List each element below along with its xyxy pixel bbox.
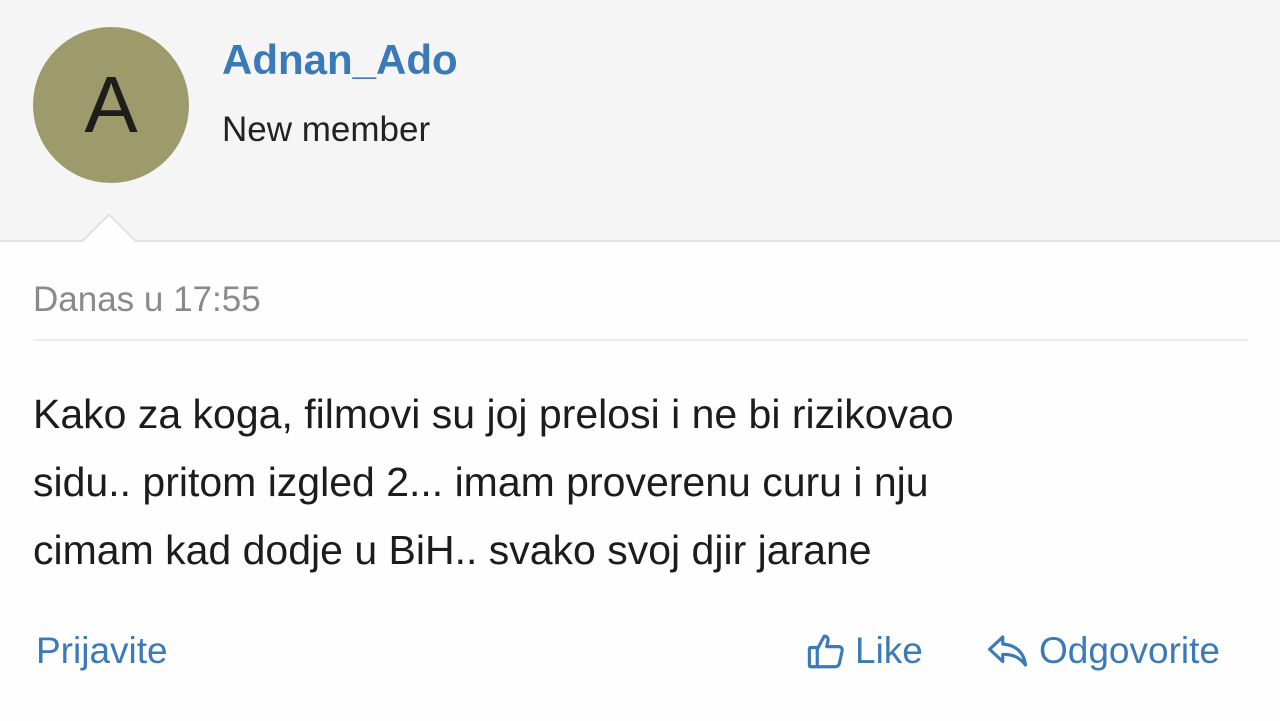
report-label: Prijavite: [36, 630, 168, 671]
username-link[interactable]: Adnan_Ado: [222, 36, 458, 84]
avatar-letter: A: [84, 60, 138, 149]
message-line-2: sidu.. pritom izgled 2... imam proverenu…: [33, 459, 929, 505]
message-line-3: cimam kad dodje u BiH.. svako svoj djir …: [33, 527, 872, 573]
reply-label: Odgovorite: [1039, 630, 1220, 671]
report-link[interactable]: Prijavite: [36, 630, 168, 672]
avatar[interactable]: A: [33, 27, 189, 183]
message-line-1: Kako za koga, filmovi su joj prelosi i n…: [33, 391, 954, 437]
like-button[interactable]: Like: [805, 630, 923, 672]
like-label: Like: [855, 630, 923, 671]
reply-arrow-icon: [985, 630, 1031, 672]
user-title: New member: [222, 110, 431, 149]
thumbs-up-icon: [805, 630, 847, 672]
post-message: Kako za koga, filmovi su joj prelosi i n…: [33, 380, 1248, 584]
reply-button[interactable]: Odgovorite: [985, 630, 1220, 672]
post-timestamp[interactable]: Danas u 17:55: [33, 280, 261, 320]
post-author-header: A Adnan_Ado New member: [0, 0, 1280, 242]
divider: [33, 339, 1248, 341]
